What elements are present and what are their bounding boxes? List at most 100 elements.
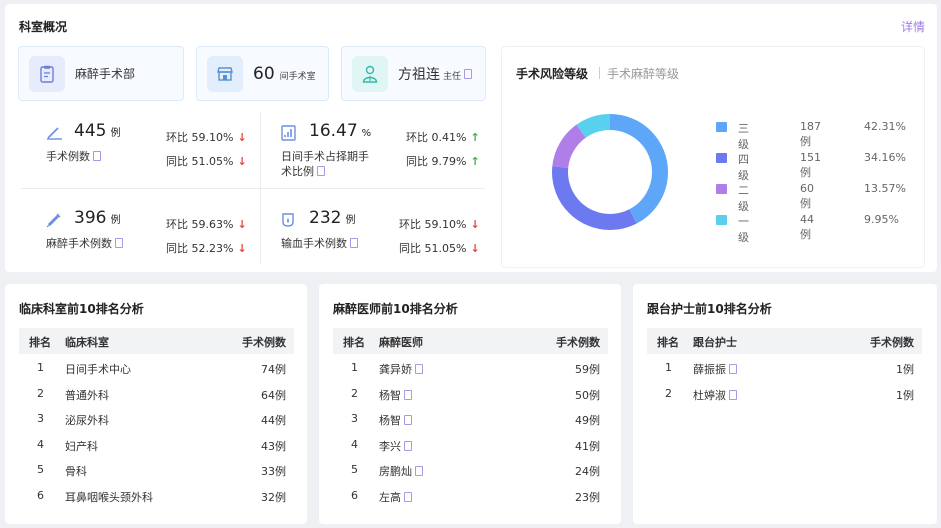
metric-value: 232 xyxy=(309,208,342,228)
table-row[interactable]: 4 李兴 41例 xyxy=(333,435,608,455)
row-name-text: 骨科 xyxy=(65,465,87,478)
director-role: 主任 xyxy=(443,72,462,82)
clipboard-icon xyxy=(29,55,65,92)
row-count: 59例 xyxy=(575,363,600,376)
header-rank: 排名 xyxy=(29,336,51,349)
anesthetist-rank-card: 麻醉医师前10排名分析 排名 麻醉医师 手术例数 1 龚异娇 59例 2 杨智 50例 3 杨… xyxy=(319,284,621,524)
legend-percent: 13.57% xyxy=(864,182,906,195)
legend-swatch xyxy=(716,153,727,163)
copy-icon[interactable] xyxy=(93,151,101,161)
row-name-text: 日间手术中心 xyxy=(65,363,131,376)
tab-anesthesia-level[interactable]: 手术麻醉等级 xyxy=(607,65,679,82)
detail-link[interactable]: 详情 xyxy=(901,18,925,35)
row-count: 44例 xyxy=(261,414,286,427)
table-row[interactable]: 2 杨智 50例 xyxy=(333,384,608,404)
tb-value: 51.05% xyxy=(424,242,467,255)
copy-icon[interactable] xyxy=(404,491,412,502)
row-name: 龚异娇 xyxy=(379,361,423,377)
hb-compare: 环比 0.41% ↑ xyxy=(406,129,480,145)
copy-icon[interactable] xyxy=(404,389,412,400)
copy-icon[interactable] xyxy=(729,389,737,400)
legend-percent: 42.31% xyxy=(864,120,906,133)
table-row[interactable]: 6 左高 23例 xyxy=(333,486,608,506)
clinical-rank-title: 临床科室前10排名分析 xyxy=(19,302,144,316)
row-name: 左高 xyxy=(379,489,412,505)
copy-icon[interactable] xyxy=(350,238,358,248)
tb-value: 51.05% xyxy=(191,155,234,168)
rooms-unit: 间手术室 xyxy=(279,72,316,82)
row-count: 74例 xyxy=(261,363,286,376)
table-row[interactable]: 1 薛振振 1例 xyxy=(647,358,922,378)
legend-swatch xyxy=(716,215,727,225)
row-name: 杨智 xyxy=(379,412,412,428)
nurse-rank-card: 跟台护士前10排名分析 排名 跟台护士 手术例数 1 薛振振 1例 2 杜婷淑 1例 xyxy=(633,284,937,524)
syringe-icon xyxy=(46,212,62,232)
row-name-text: 妇产科 xyxy=(65,439,98,453)
table-row[interactable]: 4 妇产科 43例 xyxy=(19,435,294,455)
row-count: 41例 xyxy=(575,439,600,453)
nurse-rank-title: 跟台护士前10排名分析 xyxy=(647,302,772,316)
row-name: 杜婷淑 xyxy=(693,387,737,403)
row-name: 骨科 xyxy=(65,463,87,479)
table-row[interactable]: 5 骨科 33例 xyxy=(19,460,294,480)
table-row[interactable]: 2 杜婷淑 1例 xyxy=(647,384,922,404)
metric-label: 麻醉手术例数 xyxy=(46,237,112,250)
copy-icon[interactable] xyxy=(415,364,423,374)
copy-icon[interactable] xyxy=(404,415,412,425)
tab-risk-level[interactable]: 手术风险等级 xyxy=(516,65,588,82)
row-rank: 3 xyxy=(37,412,44,425)
table-row[interactable]: 3 泌尿外科 44例 xyxy=(19,409,294,429)
row-name-text: 杨智 xyxy=(379,388,401,402)
row-rank: 4 xyxy=(351,437,358,451)
row-name: 日间手术中心 xyxy=(65,361,131,377)
table-row[interactable]: 1 龚异娇 59例 xyxy=(333,358,608,378)
row-rank: 6 xyxy=(37,488,44,502)
copy-icon[interactable] xyxy=(115,238,123,248)
hb-compare: 环比 59.10% ↓ xyxy=(166,129,247,145)
row-name: 普通外科 xyxy=(65,387,109,403)
row-rank: 5 xyxy=(37,463,44,476)
metric-label: 输血手术例数 xyxy=(281,237,347,250)
row-name-text: 左高 xyxy=(379,490,401,504)
row-name-text: 李兴 xyxy=(379,439,401,453)
row-name-text: 耳鼻咽喉头颈外科 xyxy=(65,490,153,504)
metric-unit: 例 xyxy=(110,215,121,226)
legend-count: 44例 xyxy=(800,213,814,241)
rooms-info-box: 60 间手术室 xyxy=(196,46,329,101)
copy-icon[interactable] xyxy=(729,364,737,374)
copy-icon[interactable] xyxy=(415,466,423,476)
hb-value: 0.41% xyxy=(431,131,467,144)
arrow-up-icon: ↑ xyxy=(470,131,480,144)
divider xyxy=(260,112,261,264)
table-row[interactable]: 2 普通外科 64例 xyxy=(19,384,294,404)
row-rank: 5 xyxy=(351,463,358,476)
tb-label: 同比 xyxy=(166,155,188,168)
row-count: 1例 xyxy=(896,388,914,402)
risk-donut-chart xyxy=(552,114,668,230)
row-count: 33例 xyxy=(261,465,286,478)
table-row[interactable]: 5 房鹏灿 24例 xyxy=(333,460,608,480)
header-count: 手术例数 xyxy=(242,336,286,349)
row-rank: 6 xyxy=(351,488,358,502)
table-row[interactable]: 3 杨智 49例 xyxy=(333,409,608,429)
row-count: 24例 xyxy=(575,465,600,478)
copy-icon[interactable] xyxy=(404,440,412,451)
copy-icon[interactable] xyxy=(464,68,473,79)
row-name-text: 杜婷淑 xyxy=(693,388,726,402)
tb-compare: 同比 51.05% ↓ xyxy=(399,240,480,256)
legend-swatch xyxy=(716,184,727,194)
table-row[interactable]: 1 日间手术中心 74例 xyxy=(19,358,294,378)
hb-value: 59.10% xyxy=(424,218,467,231)
row-name: 薛振振 xyxy=(693,361,737,377)
pen-icon xyxy=(46,125,64,144)
hb-label: 环比 xyxy=(166,218,188,231)
hb-compare: 环比 59.10% ↓ xyxy=(399,216,480,232)
table-header: 排名 麻醉医师 手术例数 xyxy=(333,328,608,354)
tb-label: 同比 xyxy=(166,242,188,255)
row-name-text: 杨智 xyxy=(379,414,401,427)
row-rank: 4 xyxy=(37,437,44,451)
table-row[interactable]: 6 耳鼻咽喉头颈外科 32例 xyxy=(19,486,294,506)
row-name: 耳鼻咽喉头颈外科 xyxy=(65,489,153,505)
header-name: 麻醉医师 xyxy=(379,336,423,349)
copy-icon[interactable] xyxy=(317,166,325,176)
